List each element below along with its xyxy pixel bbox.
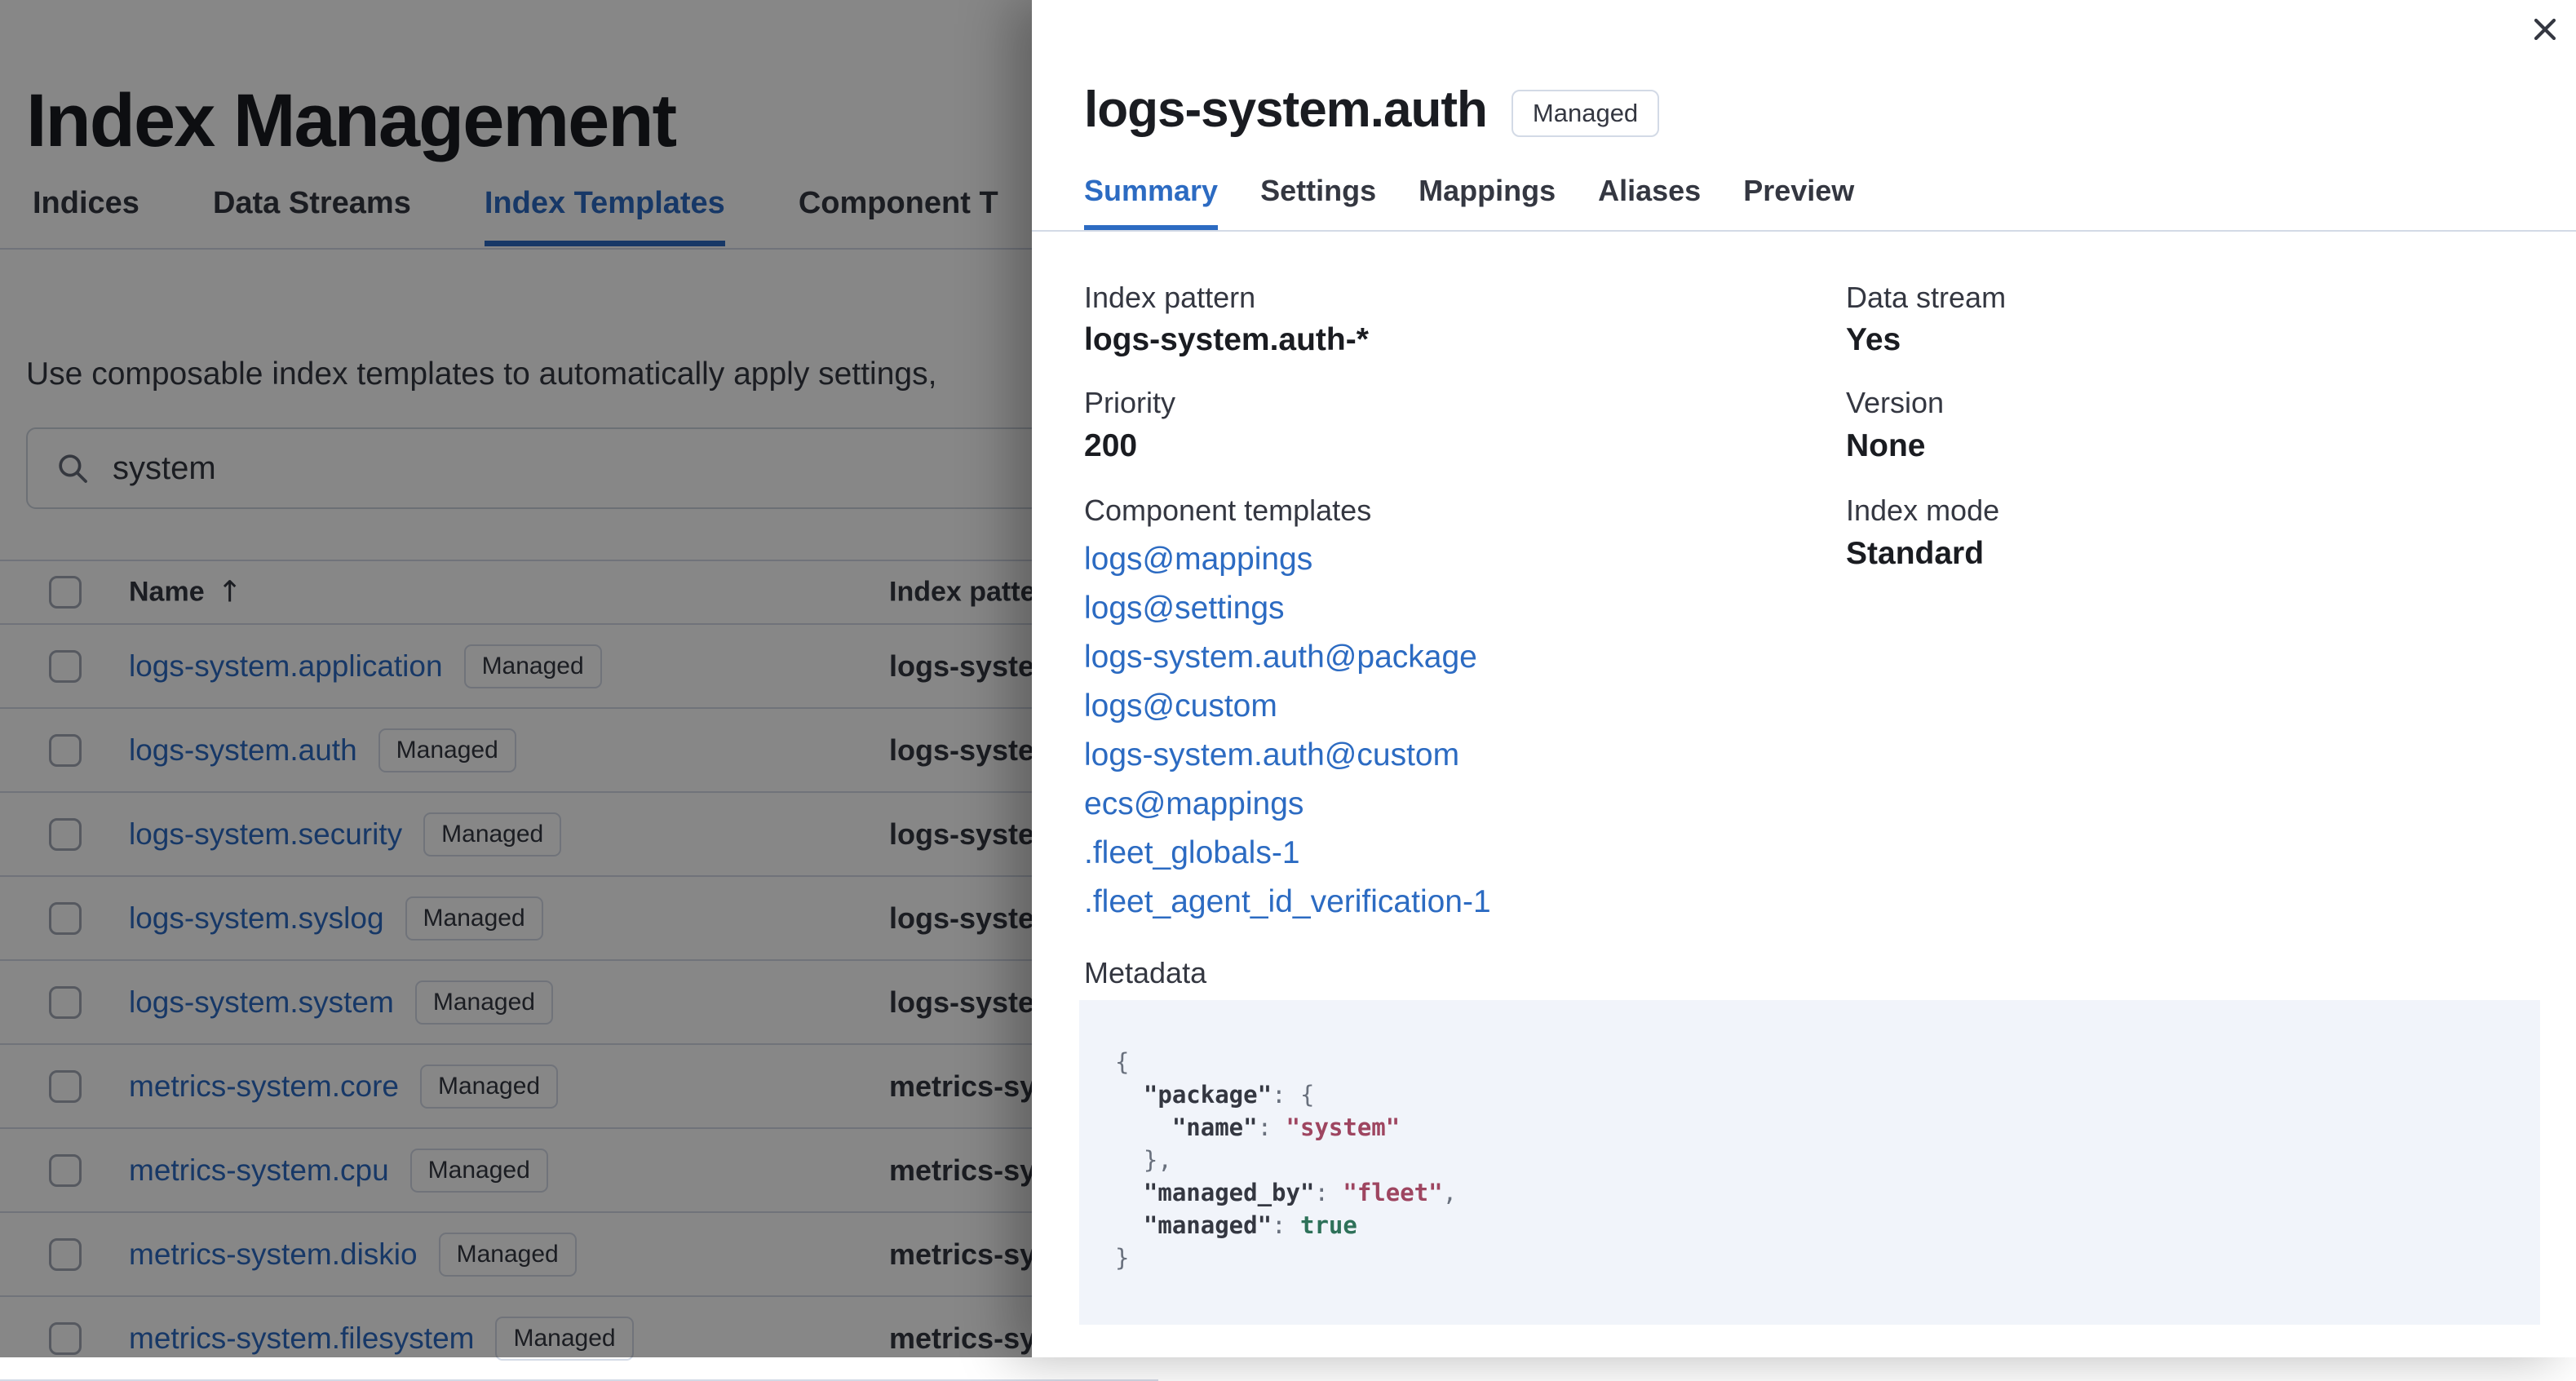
component-template-link[interactable]: .fleet_agent_id_verification-1 — [1084, 878, 1491, 927]
component-template-link[interactable]: logs@mappings — [1084, 535, 1491, 584]
metadata-label: Metadata — [1084, 956, 1207, 989]
flyout-title: logs-system.auth — [1084, 82, 1488, 139]
index-pattern-label: Index pattern — [1084, 281, 1256, 314]
code-line: { — [1115, 1048, 1130, 1076]
index-pattern-value: logs-system.auth-* — [1084, 322, 1369, 357]
template-details-flyout: logs-system.auth Managed Summary Settings… — [1032, 0, 2576, 1357]
data-stream-value: Yes — [1846, 322, 1901, 357]
flyout-tab-settings[interactable]: Settings — [1260, 173, 1376, 230]
code-line: "managed_by": "fleet", — [1143, 1179, 1458, 1206]
index-mode-value: Standard — [1846, 536, 1985, 571]
index-mode-label: Index mode — [1846, 494, 2000, 527]
metadata-code-block: { "package": { "name": "system" }, "mana… — [1079, 1000, 2540, 1325]
component-template-link[interactable]: logs-system.auth@custom — [1084, 731, 1491, 780]
flyout-tab-preview[interactable]: Preview — [1743, 173, 1854, 230]
code-line: } — [1115, 1244, 1130, 1272]
component-template-link[interactable]: ecs@mappings — [1084, 780, 1491, 829]
version-value: None — [1846, 428, 1926, 463]
code-line: }, — [1115, 1146, 1172, 1174]
component-template-link[interactable]: logs@settings — [1084, 584, 1491, 633]
managed-badge: Managed — [1511, 90, 1660, 138]
priority-value: 200 — [1084, 428, 1138, 463]
flyout-header: logs-system.auth Managed — [1084, 39, 1660, 182]
component-template-link[interactable]: logs@custom — [1084, 682, 1491, 731]
component-templates-label: Component templates — [1084, 494, 1372, 527]
code-line: "name": "system" — [1171, 1113, 1401, 1141]
code-line: "managed": true — [1143, 1211, 1357, 1239]
component-template-link[interactable]: logs-system.auth@package — [1084, 633, 1491, 682]
flyout-tab-summary[interactable]: Summary — [1084, 173, 1219, 230]
data-stream-label: Data stream — [1846, 281, 2007, 314]
version-label: Version — [1846, 386, 1945, 419]
code-line: "package": { — [1143, 1081, 1315, 1109]
component-template-link[interactable]: .fleet_globals-1 — [1084, 829, 1491, 878]
flyout-tabs-divider — [1032, 230, 2576, 232]
flyout-tab-mappings[interactable]: Mappings — [1419, 173, 1556, 230]
priority-label: Priority — [1084, 386, 1176, 419]
flyout-tabs: Summary Settings Mappings Aliases Preview — [1084, 173, 1854, 230]
flyout-tab-aliases[interactable]: Aliases — [1598, 173, 1701, 230]
component-templates-list: logs@mappings logs@settings logs-system.au… — [1084, 535, 1491, 927]
close-icon[interactable] — [2525, 10, 2565, 49]
